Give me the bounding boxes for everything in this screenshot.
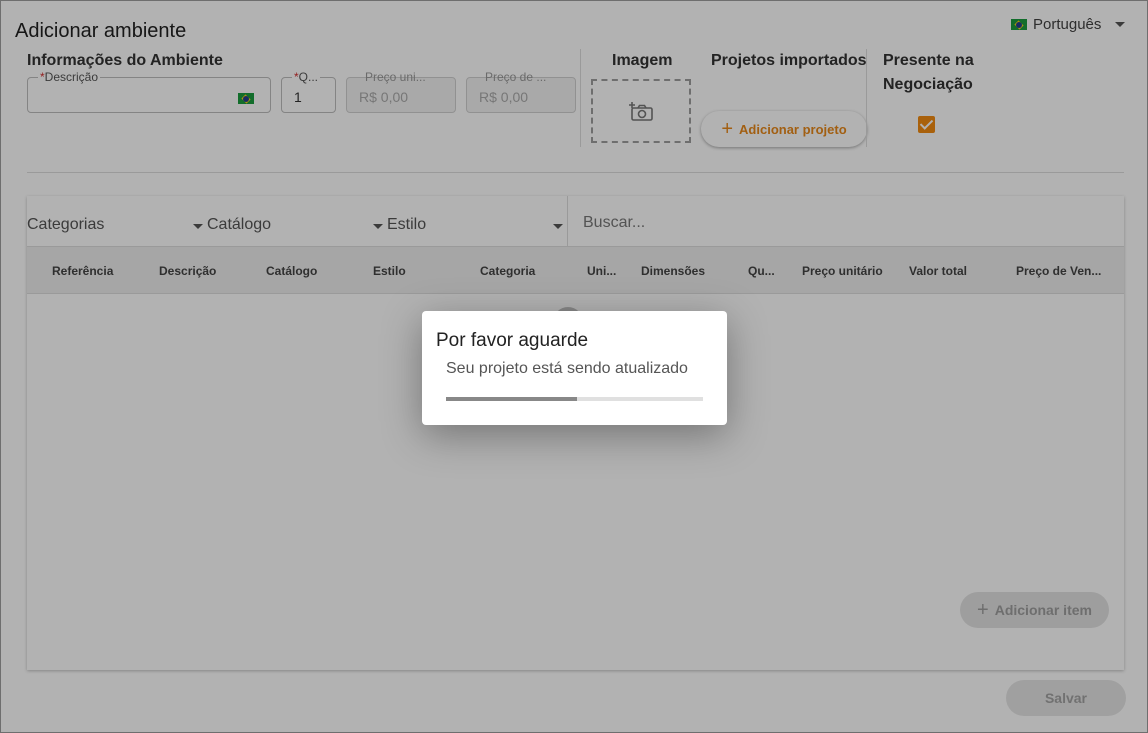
progress-bar — [446, 397, 703, 401]
dialog-message: Seu projeto está sendo atualizado — [446, 360, 688, 377]
progress-fill — [446, 397, 578, 401]
loading-dialog: Por favor aguarde Seu projeto está sendo… — [422, 311, 727, 425]
dialog-title: Por favor aguarde — [436, 330, 589, 351]
